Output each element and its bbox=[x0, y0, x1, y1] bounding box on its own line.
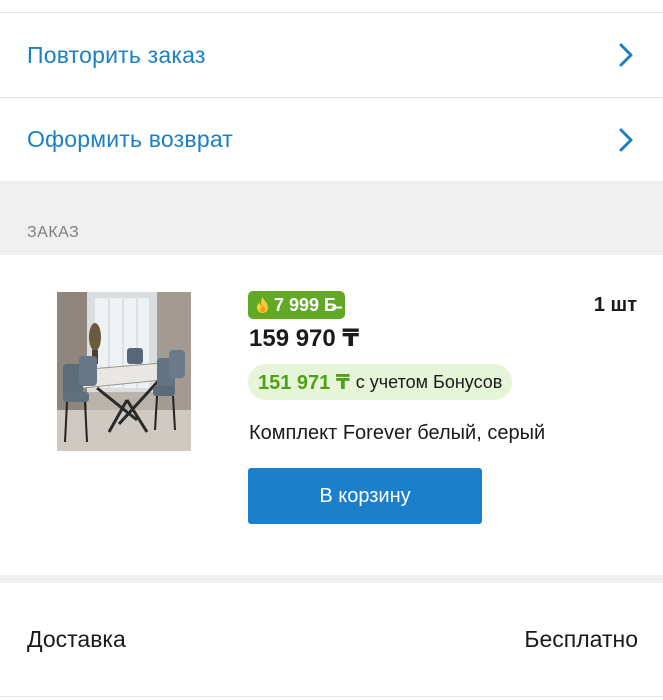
chevron-right-icon bbox=[615, 125, 637, 155]
product-image[interactable] bbox=[57, 292, 191, 451]
add-to-cart-button[interactable]: В корзину bbox=[248, 468, 482, 524]
section-title: ЗАКАЗ bbox=[27, 224, 80, 241]
price: 159 970 ₸ bbox=[249, 325, 360, 352]
bonus-badge: 7 999 Б̶ bbox=[248, 291, 345, 319]
bonus-amount: 7 999 Б̶ bbox=[274, 294, 337, 315]
top-divider bbox=[0, 0, 663, 13]
bonus-price-pill: 151 971 ₸ с учетом Бонусов bbox=[248, 364, 513, 400]
delivery-label: Доставка bbox=[27, 626, 126, 652]
chevron-right-icon bbox=[615, 40, 637, 70]
order-item-card: 7 999 Б̶ 1 шт 159 970 ₸ 151 971 ₸ с учет… bbox=[0, 255, 663, 575]
repeat-order-row[interactable]: Повторить заказ bbox=[0, 13, 663, 97]
return-order-label: Оформить возврат bbox=[27, 126, 234, 152]
order-section-header: ЗАКАЗ bbox=[0, 181, 663, 255]
return-order-row[interactable]: Оформить возврат bbox=[0, 97, 663, 181]
flame-icon bbox=[256, 296, 269, 314]
quantity: 1 шт bbox=[593, 294, 637, 316]
product-name[interactable]: Комплект Forever белый, серый bbox=[249, 422, 545, 445]
delivery-value: Бесплатно bbox=[524, 626, 638, 652]
delivery-row: Доставка Бесплатно bbox=[0, 583, 663, 697]
bonus-note: с учетом Бонусов bbox=[355, 371, 503, 392]
repeat-order-label: Повторить заказ bbox=[27, 41, 206, 68]
section-divider bbox=[0, 575, 663, 583]
bonus-price: 151 971 ₸ bbox=[258, 371, 350, 394]
